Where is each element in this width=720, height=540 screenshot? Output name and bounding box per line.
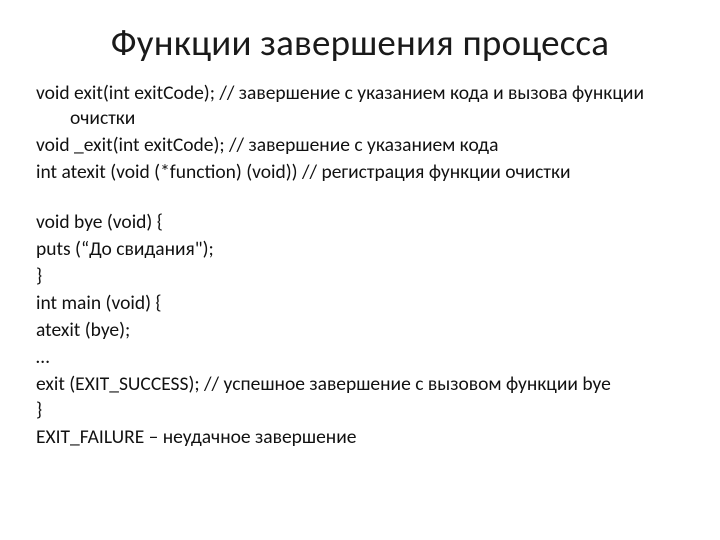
blank-line [36, 187, 684, 210]
slide: Функции завершения процесса void exit(in… [0, 0, 720, 540]
code-line: … [36, 345, 684, 370]
code-line: } [36, 398, 684, 423]
slide-title: Функции завершения процесса [36, 20, 684, 65]
code-line: exit (EXIT_SUCCESS); // успешное заверше… [36, 372, 684, 397]
code-line: int main (void) { [36, 291, 684, 316]
code-line: atexit (bye); [36, 318, 684, 343]
code-line: puts (“До свидания"); [36, 237, 684, 262]
code-line: void bye (void) { [36, 210, 684, 235]
code-line: } [36, 264, 684, 289]
slide-body: void exit(int exitCode); // завершение с… [36, 81, 684, 450]
code-line: void _exit(int exitCode); // завершение … [36, 133, 684, 158]
code-line: EXIT_FAILURE – неудачное завершение [36, 425, 684, 450]
code-line: int atexit (void (*function) (void)) // … [36, 160, 684, 185]
code-line: void exit(int exitCode); // завершение с… [36, 81, 684, 131]
